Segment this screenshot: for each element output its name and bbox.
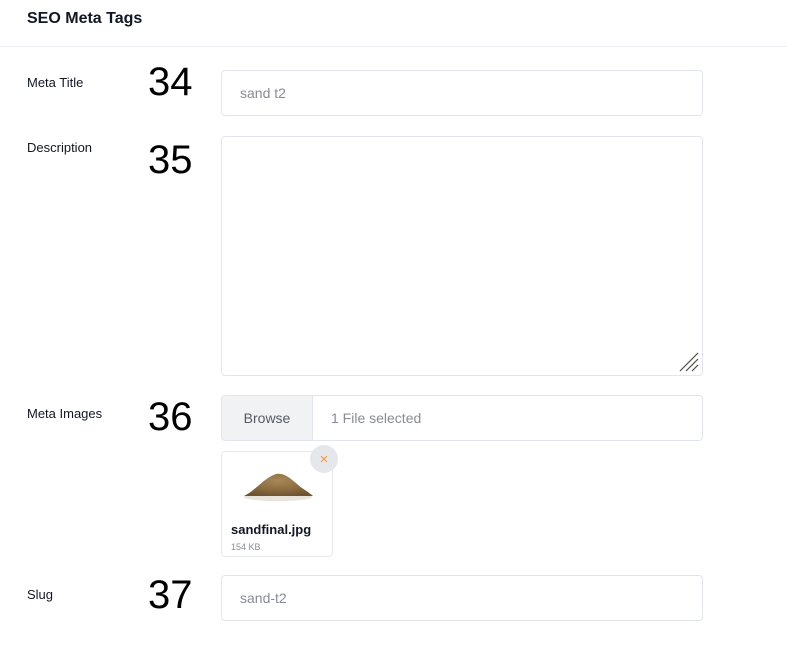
- slug-input[interactable]: [221, 575, 703, 621]
- card-title: SEO Meta Tags: [27, 10, 143, 27]
- meta-title-number: 34: [148, 60, 193, 104]
- file-name: sandfinal.jpg: [231, 522, 312, 537]
- card-header: SEO Meta Tags: [0, 0, 787, 47]
- slug-number: 37: [148, 573, 193, 617]
- slug-label: Slug: [27, 587, 54, 602]
- seo-meta-tags-card: SEO Meta Tags Meta Title 34 Description …: [0, 0, 787, 659]
- close-icon: ×: [319, 450, 329, 468]
- sand-thumbnail-image: [244, 473, 313, 501]
- browse-button[interactable]: Browse: [222, 396, 313, 440]
- description-number: 35: [148, 138, 193, 182]
- meta-images-label: Meta Images: [27, 406, 103, 421]
- meta-title-input[interactable]: [221, 70, 703, 116]
- file-status-text: 1 File selected: [331, 410, 422, 426]
- file-picker[interactable]: Browse 1 File selected: [221, 395, 703, 441]
- resize-handle-icon[interactable]: [676, 349, 700, 373]
- meta-images-number: 36: [148, 395, 193, 439]
- description-label: Description: [27, 140, 93, 155]
- file-size: 154 KB: [231, 542, 261, 552]
- remove-file-button[interactable]: ×: [310, 445, 338, 473]
- description-textarea[interactable]: [221, 136, 703, 376]
- meta-title-label: Meta Title: [27, 75, 84, 90]
